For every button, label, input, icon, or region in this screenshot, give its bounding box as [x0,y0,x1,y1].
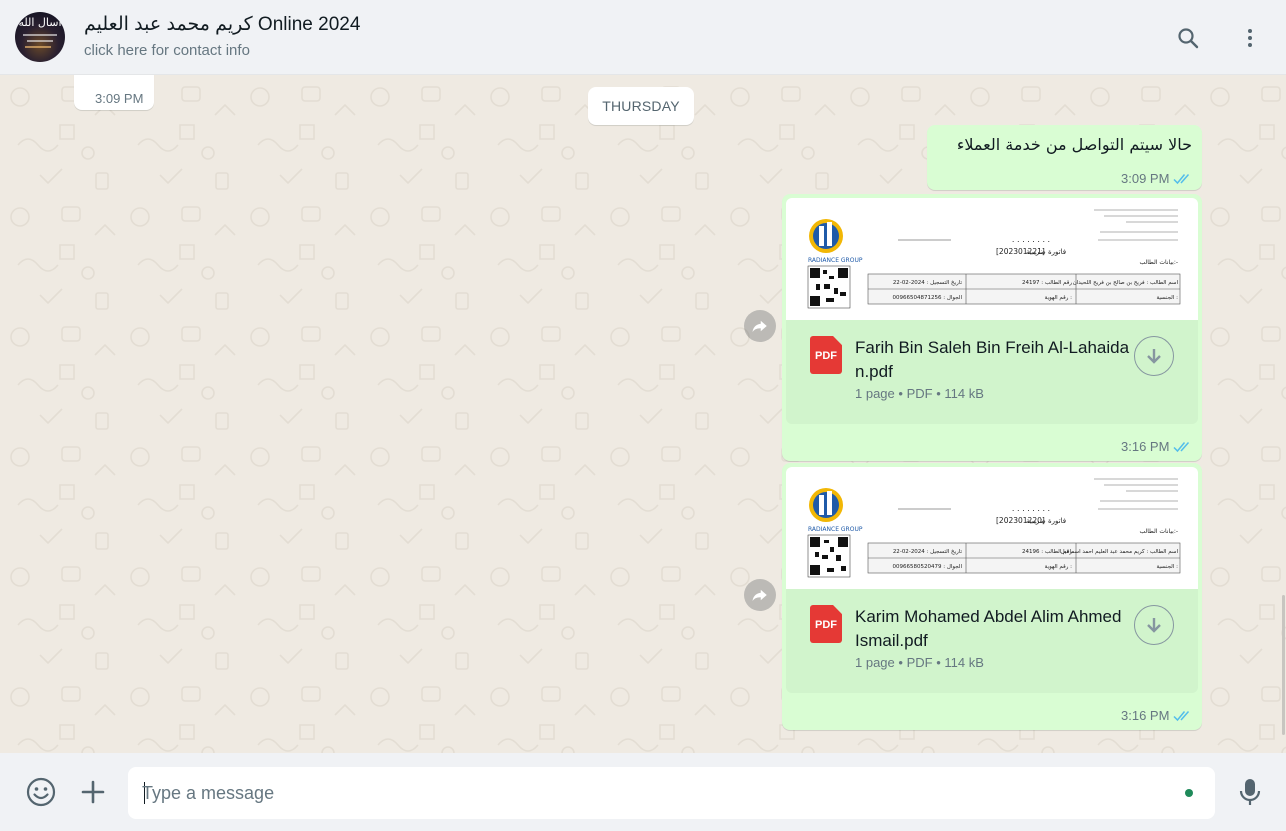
pdf-icon-label: PDF [815,619,837,631]
section-label: بيانات الطالب:- [1139,528,1178,535]
date-separator: THURSDAY [588,87,694,125]
status-dot [1185,789,1193,797]
avatar-text: اسال الله [18,16,62,29]
contact-name[interactable]: كريم محمد عبد العليم Online 2024 [84,13,360,36]
file-name: Farih Bin Saleh Bin Freih Al-Lahaidan.pd… [855,338,1130,381]
page-count: 1 page [855,386,895,401]
download-arrow-icon [1147,618,1161,633]
outgoing-message-bubble[interactable]: حالا سيتم التواصل من خدمة العملاء 3:09 P… [927,125,1202,190]
invoice-preview-image: RADIANCE GROUP . . . . . . . . [20230122… [807,478,1181,578]
contact-info-link[interactable]: click here for contact info [84,42,250,59]
pdf-file-icon: PDF [810,336,842,374]
registration-date: تاريخ التسجيل : 2024-02-22 [893,280,963,286]
download-button[interactable] [1134,605,1174,645]
mobile-number: الجوال : 00966504871256 [893,295,963,301]
avatar-decoration [27,40,53,42]
read-receipt-icon [1173,711,1190,722]
message-time: 3:09 PM [1121,171,1170,186]
message-time: 3:09 PM [95,91,144,106]
microphone-icon[interactable] [1233,775,1267,809]
invoice-title: فاتورة ضريبية [1026,517,1066,525]
incoming-message-bubble[interactable]: 3:09 PM [74,75,154,110]
invoice-preview-image: RADIANCE GROUP . . . . . . . . [20230122… [807,209,1181,309]
avatar-decoration [23,34,57,36]
file-name: Karim Mohamed Abdel Alim Ahmed Ismail.pd… [855,607,1122,650]
read-receipt-icon [1173,442,1190,453]
kebab-menu-icon[interactable] [1234,22,1266,54]
download-button[interactable] [1134,336,1174,376]
meta-separator: • [898,386,907,401]
contact-avatar[interactable]: اسال الله [15,12,65,62]
message-list[interactable]: 3:09 PM THURSDAY حالا سيتم التواصل من خد… [0,75,1286,753]
document-preview[interactable]: RADIANCE GROUP . . . . . . . . [20230122… [786,467,1198,589]
mobile-number: الجوال : 00966580520479 [893,564,963,570]
file-meta: 1 page • PDF • 114 kB [855,655,984,670]
page-count: 1 page [855,655,895,670]
student-name: اسم الطالب : فريح بن صالح بن فريح اللحيد… [1073,280,1179,286]
file-size: 114 kB [944,655,984,670]
read-receipt-icon [1173,174,1190,185]
section-label: بيانات الطالب:- [1139,259,1178,266]
message-text: حالا سيتم التواصل من خدمة العملاء [956,135,1192,154]
file-type: PDF [906,655,933,670]
id-label: رقم الهوية : [1045,295,1073,301]
logo-text: RADIANCE GROUP [808,526,863,533]
logo-text: RADIANCE GROUP [808,257,863,264]
message-input-box[interactable] [128,767,1215,819]
document-preview[interactable]: RADIANCE GROUP . . . . . . . . [20230122… [786,198,1198,320]
avatar-decoration [25,46,51,48]
meta-separator: • [898,655,907,670]
svg-text:. . . . . . . .: . . . . . . . . [1012,504,1050,513]
student-name: اسم الطالب : كريم محمد عبد العليم احمد ا… [1061,548,1179,555]
registration-date: تاريخ التسجيل : 2024-02-22 [893,549,963,555]
nationality-label: الجنسية : [1156,295,1178,301]
pdf-file-icon: PDF [810,605,842,643]
compose-bar [0,753,1286,831]
pdf-icon-label: PDF [815,350,837,362]
file-size: 114 kB [944,386,984,401]
nationality-label: الجنسية : [1156,564,1178,570]
student-number: رقم الطالب : 24197 [1022,280,1072,286]
file-type: PDF [906,386,933,401]
id-label: رقم الهوية : [1045,564,1073,570]
scrollbar[interactable] [1282,595,1285,735]
download-arrow-icon [1147,349,1161,364]
forward-icon[interactable] [744,579,776,611]
file-meta: 1 page • PDF • 114 kB [855,386,984,401]
svg-text:. . . . . . . .: . . . . . . . . [1012,235,1050,244]
file-attachment[interactable]: PDF Karim Mohamed Abdel Alim Ahmed Ismai… [786,589,1198,693]
file-attachment[interactable]: PDF Farih Bin Saleh Bin Freih Al-Lahaida… [786,320,1198,424]
message-input[interactable] [142,767,1142,819]
document-message-bubble[interactable]: RADIANCE GROUP . . . . . . . . [20230122… [782,463,1202,730]
document-message-bubble[interactable]: RADIANCE GROUP . . . . . . . . [20230122… [782,194,1202,461]
message-time: 3:16 PM [1121,708,1170,723]
emoji-icon[interactable] [24,775,58,809]
student-number: رقم الطالب : 24196 [1022,549,1072,555]
plus-icon[interactable] [76,775,110,809]
chat-header: اسال الله كريم محمد عبد العليم Online 20… [0,0,1286,75]
forward-icon[interactable] [744,310,776,342]
message-time: 3:16 PM [1121,439,1170,454]
invoice-title: فاتورة ضريبية [1026,248,1066,256]
search-icon[interactable] [1172,22,1204,54]
